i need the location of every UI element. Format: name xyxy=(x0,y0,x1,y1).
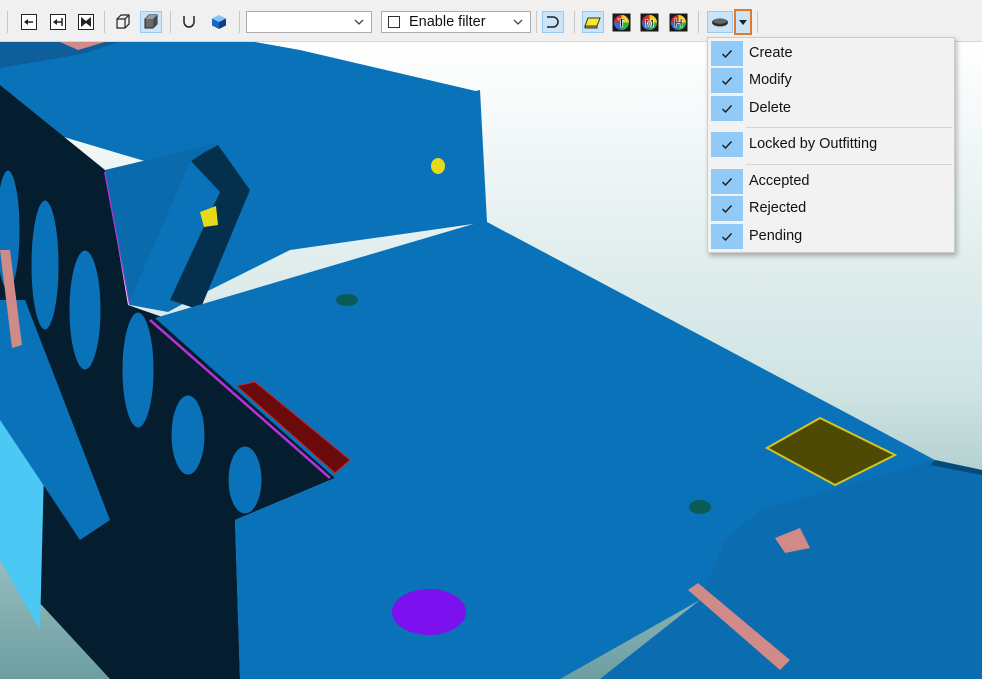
menu-item-accepted[interactable]: Accepted xyxy=(708,168,954,195)
curve-button[interactable] xyxy=(178,11,200,33)
caret-down-icon xyxy=(739,20,747,25)
select-curve-button[interactable] xyxy=(542,11,564,33)
checkmark-icon xyxy=(711,224,743,249)
move-left-icon xyxy=(21,14,37,30)
purple-disc xyxy=(392,589,466,635)
menu-item-label: Accepted xyxy=(749,173,810,189)
toolbar: Enable filter T M H xyxy=(0,0,982,42)
menu-separator xyxy=(746,127,952,128)
checkmark-icon xyxy=(711,68,743,93)
menu-item-locked-by-outfitting[interactable]: Locked by Outfitting xyxy=(708,131,954,158)
menu-item-label: Create xyxy=(749,45,793,61)
menu-item-pending[interactable]: Pending xyxy=(708,223,954,250)
green-hole xyxy=(336,294,358,306)
menu-separator xyxy=(746,164,952,165)
green-hole xyxy=(689,500,711,514)
yellow-fitting xyxy=(431,158,445,174)
checkmark-icon xyxy=(711,41,743,66)
menu-item-delete[interactable]: Delete xyxy=(708,95,954,122)
toolbar-separator xyxy=(536,11,537,33)
fit-icon xyxy=(78,14,94,30)
move-right-icon xyxy=(50,14,66,30)
solid-button[interactable] xyxy=(208,11,230,33)
chevron-down-icon xyxy=(513,19,523,25)
select-curve-icon xyxy=(547,16,559,28)
color-m-icon: M xyxy=(640,13,658,31)
move-left-button[interactable] xyxy=(18,11,40,33)
solid-cube-icon xyxy=(212,15,226,29)
menu-item-label: Modify xyxy=(749,72,792,88)
svg-text:M: M xyxy=(644,18,653,30)
chevron-down-icon xyxy=(354,19,364,25)
color-m-button[interactable]: M xyxy=(638,11,660,33)
status-dropdown-button[interactable] xyxy=(734,9,752,35)
menu-item-label: Delete xyxy=(749,100,791,116)
status-ellipse-icon xyxy=(712,18,728,27)
fit-button[interactable] xyxy=(75,11,97,33)
plate-button[interactable] xyxy=(582,11,604,33)
wireframe-view-button[interactable] xyxy=(112,11,134,33)
menu-item-label: Pending xyxy=(749,228,803,244)
color-t-button[interactable]: T xyxy=(610,11,632,33)
toolbar-separator xyxy=(757,11,758,33)
wireframe-box-icon xyxy=(116,14,130,29)
filter-dropdown[interactable]: Enable filter xyxy=(381,11,531,33)
checkmark-icon xyxy=(711,169,743,194)
shaded-box-icon xyxy=(144,14,158,29)
enable-filter-checkbox[interactable] xyxy=(388,16,400,28)
checkmark-icon xyxy=(711,132,743,157)
menu-item-modify[interactable]: Modify xyxy=(708,67,954,94)
toolbar-separator xyxy=(574,11,575,33)
menu-item-label: Locked by Outfitting xyxy=(749,136,878,152)
menu-item-create[interactable]: Create xyxy=(708,40,954,67)
shaded-view-button[interactable] xyxy=(140,11,162,33)
move-right-button[interactable] xyxy=(47,11,69,33)
svg-text:H: H xyxy=(674,16,683,30)
color-t-icon: T xyxy=(612,13,630,31)
color-h-button[interactable]: H xyxy=(667,11,689,33)
plate-icon xyxy=(584,17,601,29)
checkmark-icon xyxy=(711,196,743,221)
toolbar-separator xyxy=(7,11,8,33)
menu-item-rejected[interactable]: Rejected xyxy=(708,195,954,222)
toolbar-separator xyxy=(170,11,171,33)
curve-icon xyxy=(183,16,195,28)
toolbar-separator xyxy=(698,11,699,33)
toolbar-separator xyxy=(104,11,105,33)
checkmark-icon xyxy=(711,96,743,121)
color-h-icon: H xyxy=(669,13,687,31)
status-button[interactable] xyxy=(707,11,733,33)
svg-text:T: T xyxy=(617,16,625,30)
enable-filter-label: Enable filter xyxy=(409,14,486,30)
menu-item-label: Rejected xyxy=(749,200,807,216)
toolbar-separator xyxy=(239,11,240,33)
status-filter-menu: Create Modify Delete Locked by Outfitting Ac… xyxy=(707,37,955,253)
display-dropdown[interactable] xyxy=(246,11,372,33)
